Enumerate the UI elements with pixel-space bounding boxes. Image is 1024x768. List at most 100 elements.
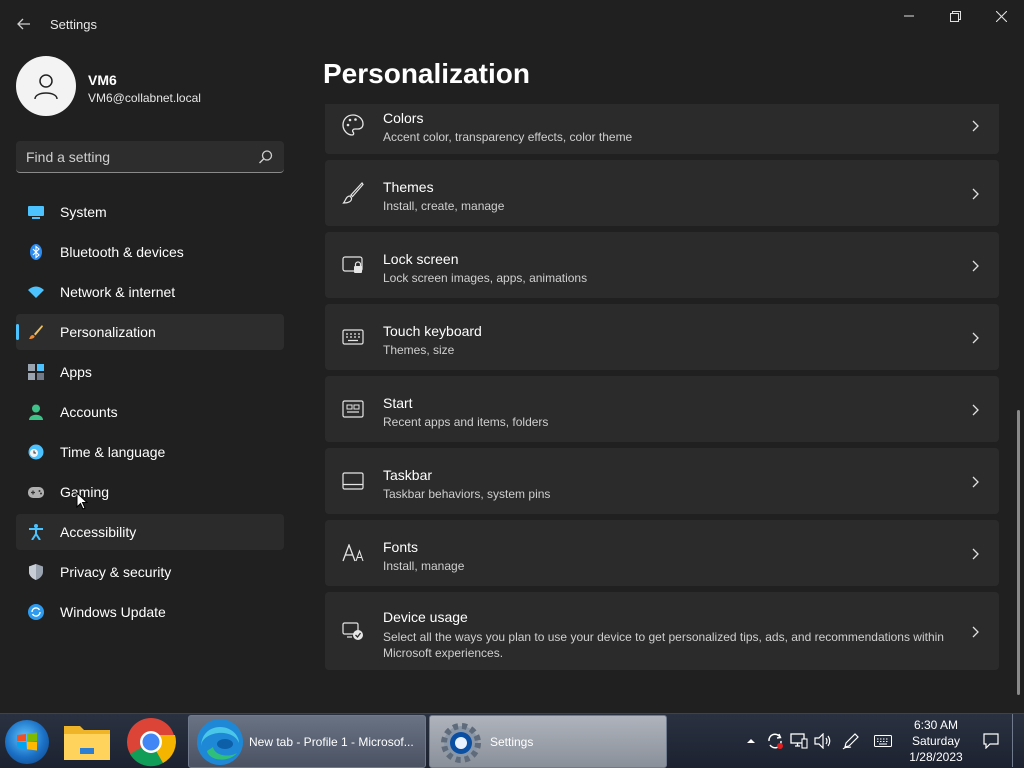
palette-icon: [342, 114, 364, 136]
setting-card-colors[interactable]: Colors Accent color, transparency effect…: [325, 104, 999, 154]
settings-window: Settings VM6 VM6@collabnet.local System …: [0, 0, 1024, 713]
chrome-icon: [127, 717, 176, 766]
maximize-icon: [949, 10, 961, 22]
chevron-right-icon: [972, 332, 979, 344]
show-hidden-icons-icon[interactable]: [742, 732, 760, 750]
card-subtitle: Install, create, manage: [383, 199, 505, 213]
card-title: Lock screen: [383, 251, 459, 267]
taskbar: New tab - Profile 1 - Microsof... Settin…: [0, 713, 1024, 768]
card-title: Themes: [383, 179, 434, 195]
sidebar-item-network[interactable]: Network & internet: [16, 274, 284, 310]
setting-card-start[interactable]: Start Recent apps and items, folders: [325, 376, 999, 442]
taskbar-chrome[interactable]: [126, 716, 180, 767]
user-profile[interactable]: VM6 VM6@collabnet.local: [16, 56, 286, 118]
card-subtitle: Select all the ways you plan to use your…: [383, 630, 944, 660]
active-indicator: [16, 324, 19, 340]
user-name: VM6: [88, 72, 117, 88]
shield-icon: [28, 564, 44, 580]
search-box[interactable]: [16, 141, 284, 173]
sidebar-item-label: Accessibility: [60, 524, 137, 540]
windows-start-icon: [17, 732, 37, 751]
sidebar-item-label: Accounts: [60, 404, 118, 420]
setting-card-fonts[interactable]: Fonts Install, manage: [325, 520, 999, 586]
taskbar-task-edge[interactable]: New tab - Profile 1 - Microsof...: [188, 715, 426, 768]
page-title: Personalization: [323, 58, 530, 89]
taskbar-file-explorer[interactable]: [62, 716, 116, 767]
edge-icon: [197, 719, 243, 765]
start-menu-icon: [342, 398, 364, 420]
keyboard-icon: [342, 326, 364, 348]
sidebar-item-privacy-security[interactable]: Privacy & security: [16, 554, 284, 590]
chevron-right-icon: [972, 476, 979, 488]
close-button[interactable]: [978, 0, 1024, 32]
sidebar-item-gaming[interactable]: Gaming: [16, 474, 284, 510]
title-bar: Settings: [0, 0, 1024, 48]
search-icon[interactable]: [258, 149, 274, 165]
card-title: Fonts: [383, 539, 419, 555]
setting-card-lock-screen[interactable]: Lock screen Lock screen images, apps, an…: [325, 232, 999, 298]
search-input[interactable]: [26, 141, 246, 172]
sidebar-item-personalization[interactable]: Personalization: [16, 314, 284, 350]
minimize-button[interactable]: [886, 0, 932, 32]
start-button[interactable]: [5, 720, 49, 764]
card-title: Taskbar: [383, 467, 433, 483]
clock-day: Saturday: [911, 734, 961, 748]
maximize-button[interactable]: [932, 0, 978, 32]
back-arrow-icon: [17, 18, 30, 30]
lock-screen-icon: [342, 254, 364, 276]
chevron-right-icon: [972, 260, 979, 272]
apps-icon: [28, 364, 44, 380]
card-subtitle: Accent color, transparency effects, colo…: [383, 130, 633, 144]
back-button[interactable]: [10, 12, 38, 36]
sidebar-item-accessibility[interactable]: Accessibility: [16, 514, 284, 550]
setting-card-themes[interactable]: Themes Install, create, manage: [325, 160, 999, 226]
time-language-icon: [28, 444, 44, 460]
close-icon: [995, 10, 1007, 22]
clock-time: 6:30 AM: [913, 718, 959, 732]
taskbar-icon: [342, 470, 364, 492]
content-scrollbar[interactable]: [1017, 410, 1020, 695]
system-clock[interactable]: 6:30 AM Saturday 1/28/2023: [900, 717, 972, 765]
card-subtitle: Lock screen images, apps, animations: [383, 271, 588, 285]
user-email: VM6@collabnet.local: [88, 91, 201, 105]
setting-card-device-usage[interactable]: Device usage Select all the ways you pla…: [325, 592, 999, 670]
taskbar-task-settings[interactable]: Settings: [429, 715, 667, 768]
action-center-icon[interactable]: [982, 732, 1000, 750]
chevron-right-icon: [972, 120, 979, 132]
card-title: Touch keyboard: [383, 323, 482, 339]
brush-icon: [342, 182, 364, 204]
clock-date: 1/28/2023: [909, 750, 963, 764]
bluetooth-icon: [28, 244, 44, 260]
sidebar-item-windows-update[interactable]: Windows Update: [16, 594, 284, 630]
sidebar-item-bluetooth[interactable]: Bluetooth & devices: [16, 234, 284, 270]
pen-icon[interactable]: [842, 732, 860, 750]
sidebar-item-label: Personalization: [60, 324, 156, 340]
mouse-cursor-icon: [76, 492, 88, 510]
settings-gear-icon: [441, 723, 481, 763]
sync-icon[interactable]: [766, 732, 784, 750]
accounts-icon: [28, 404, 44, 420]
keyboard-icon[interactable]: [874, 732, 892, 750]
chevron-right-icon: [972, 626, 979, 638]
show-desktop-button[interactable]: [1012, 714, 1022, 767]
task-label: Settings: [490, 735, 534, 749]
chevron-right-icon: [972, 548, 979, 560]
sidebar-item-label: Bluetooth & devices: [60, 244, 184, 260]
wifi-icon: [28, 284, 44, 300]
sidebar-item-time-language[interactable]: Time & language: [16, 434, 284, 470]
chevron-right-icon: [972, 404, 979, 416]
setting-card-touch-keyboard[interactable]: Touch keyboard Themes, size: [325, 304, 999, 370]
sidebar-item-system[interactable]: System: [16, 194, 284, 230]
volume-icon[interactable]: [814, 732, 832, 750]
display-icon[interactable]: [790, 732, 808, 750]
sidebar-item-accounts[interactable]: Accounts: [16, 394, 284, 430]
sidebar-item-apps[interactable]: Apps: [16, 354, 284, 390]
setting-card-taskbar[interactable]: Taskbar Taskbar behaviors, system pins: [325, 448, 999, 514]
task-label: New tab - Profile 1 - Microsof...: [249, 735, 414, 749]
chevron-right-icon: [972, 188, 979, 200]
sidebar-item-label: Apps: [60, 364, 92, 380]
file-explorer-icon: [64, 725, 110, 760]
brush-icon: [28, 324, 44, 340]
device-usage-icon: [342, 620, 364, 642]
card-title: Device usage: [383, 609, 468, 625]
